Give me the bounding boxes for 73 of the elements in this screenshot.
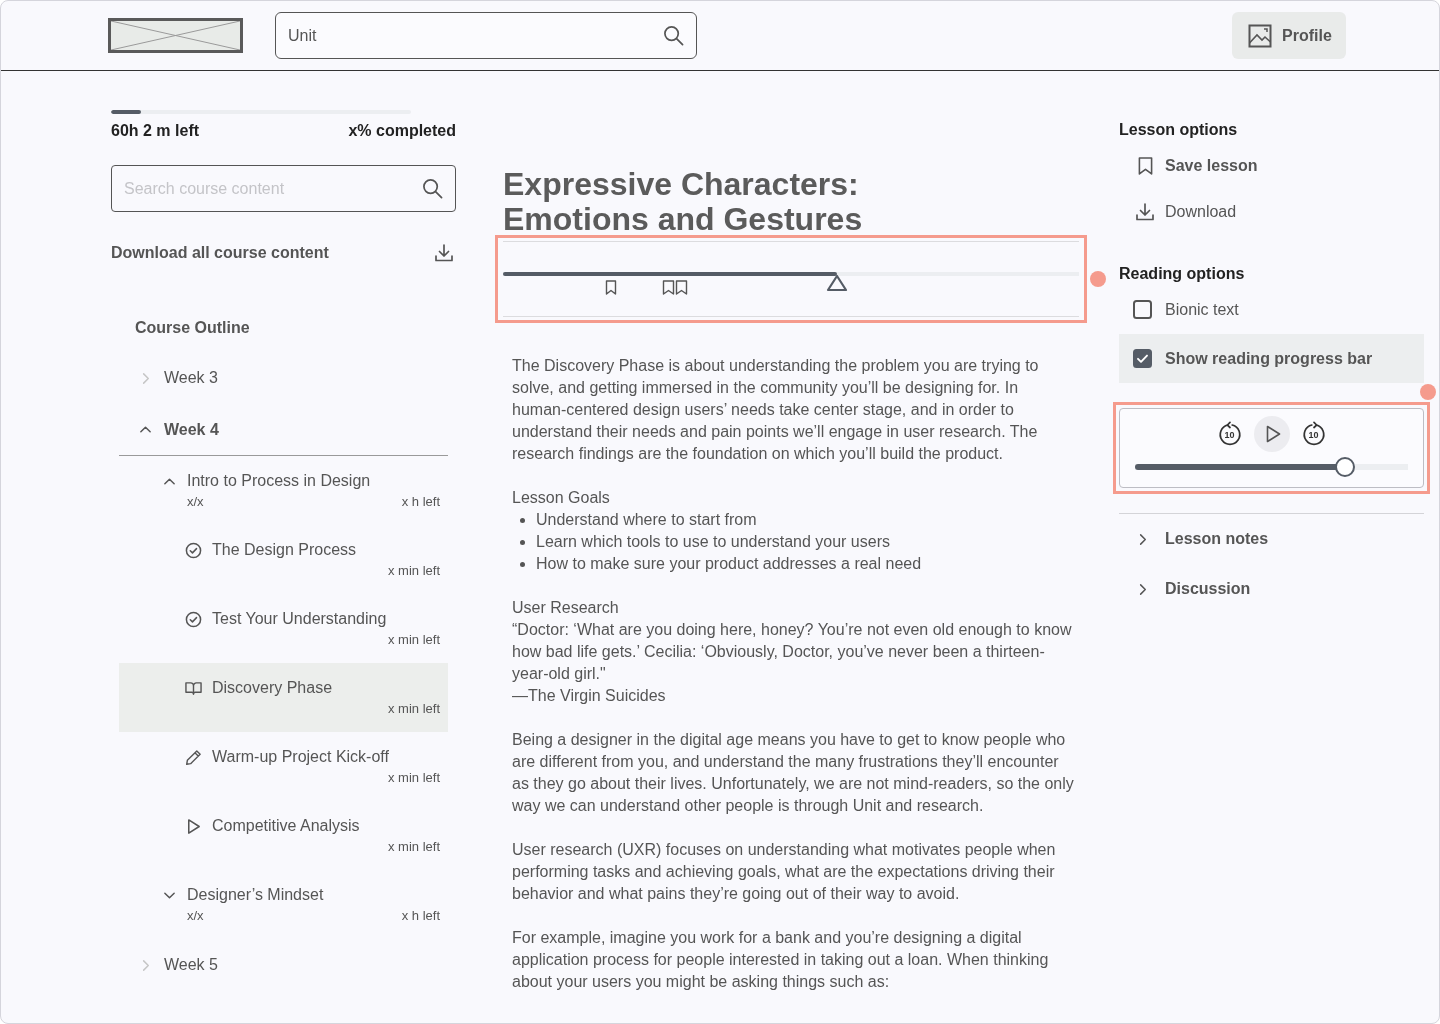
time-left-text: 60h 2 m left	[111, 121, 200, 141]
rewind-button[interactable]: 10	[1216, 421, 1243, 447]
body-paragraph: User research (UXR) focuses on understanding what motivates people when performing tasks and achieving goals, what are the expectations driving their behavior and what pains they’re going out of their way to avoid.	[512, 840, 1057, 904]
time-left-text: x h left	[401, 493, 440, 511]
bullet-icon	[520, 561, 525, 567]
download-all-button[interactable]: Download all course content	[111, 241, 456, 265]
progress-count-text: x/x	[187, 493, 204, 511]
checkbox-option[interactable]: Show reading progress bar	[1119, 334, 1424, 383]
time-left-text: x min left	[388, 770, 440, 785]
time-left-text: x min left	[388, 632, 440, 647]
lesson-item[interactable]: Discovery Phase x min left	[119, 663, 448, 732]
profile-button[interactable]: Profile	[1232, 12, 1346, 59]
list-item-text: How to make sure your product addresses a real need	[536, 554, 922, 574]
double-bookmark-icon[interactable]	[662, 280, 688, 295]
check-circle-icon	[185, 610, 202, 628]
time-left-text: x min left	[388, 839, 440, 854]
lesson-item[interactable]: Test Your Understanding x min left	[119, 594, 448, 663]
circular-arrow-icon	[1300, 421, 1327, 447]
play-icon	[185, 817, 202, 835]
download-button[interactable]: Download	[1119, 189, 1424, 235]
section-heading: Lesson Goals	[512, 488, 611, 508]
search-icon[interactable]	[663, 25, 684, 46]
image-icon	[1248, 23, 1272, 48]
time-left-text: x h left	[401, 907, 440, 925]
time-left-text: x min left	[388, 701, 440, 716]
list-item-text: Understand where to start from	[536, 510, 757, 530]
position-marker-icon[interactable]	[826, 274, 849, 292]
quote-text: “Doctor: ‘What are you doing here, honey? You’re not even old enough to know how bad life gets.’ Cecilia: ‘Obviously, Doctor, you’ve never been a thirteen-year-old girl."	[512, 620, 1073, 684]
outline-heading: Course Outline	[134, 318, 251, 338]
play-icon	[1265, 425, 1281, 443]
circular-arrow-icon	[1216, 421, 1243, 447]
save-lesson-button[interactable]: Save lesson	[1119, 143, 1424, 189]
lesson-item[interactable]: Warm-up Project Kick-off x min left	[119, 732, 448, 801]
forward-button[interactable]: 10	[1300, 421, 1327, 447]
bookmark-icon	[1137, 156, 1153, 176]
play-button[interactable]	[1253, 416, 1290, 452]
module-item[interactable]: Intro to Process in Design x/x x h left	[119, 456, 448, 525]
body-paragraph: The Discovery Phase is about understanding the problem you are trying to solve, and getting immersed in the community you’ll be designing for. In human-centered design users’ needs take center stage, and in order to understand their needs and pain points we’ll engage in user research. The research findings are the foundation on which you’ll build the product.	[512, 356, 1040, 464]
download-icon	[1135, 202, 1155, 222]
section-toggle[interactable]: Discussion	[1119, 564, 1424, 614]
time-left-text: x min left	[388, 563, 440, 578]
lesson-title: Expressive Characters: Emotions and Gestures	[503, 167, 864, 237]
completion-text: x% completed	[348, 121, 456, 141]
bullet-icon	[520, 517, 525, 523]
checkbox[interactable]	[1133, 300, 1152, 319]
check-circle-icon	[185, 541, 202, 559]
download-icon	[434, 243, 454, 263]
body-paragraph: Being a designer in the digital age means you have to get to know people who are different from you, and understand the many frustrations they’ll encounter as they go about their lives. Unfortunately, we are not mind-readers, so the only way we can understand other people is through Unit and research.	[512, 730, 1075, 816]
checkbox-option[interactable]: Bionic text	[1119, 285, 1424, 334]
bullet-icon	[520, 539, 525, 545]
slider-thumb[interactable]	[1335, 457, 1356, 477]
week-item[interactable]: Week 3	[119, 352, 448, 404]
list-item-text: Learn which tools to use to understand your users	[536, 532, 890, 552]
lesson-item[interactable]: The Design Process x min left	[119, 525, 448, 594]
search-icon[interactable]	[422, 178, 443, 199]
search-field[interactable]: Unit	[275, 12, 697, 59]
section-heading: Lesson options	[1119, 121, 1239, 139]
progress-count-text: x/x	[187, 907, 204, 925]
annotation-dot-icon	[1420, 384, 1436, 400]
open-book-icon	[185, 679, 202, 697]
week-item[interactable]: Week 5	[119, 939, 448, 991]
body-paragraph: For example, imagine you work for a bank and you’re designing a digital application process for people interested in taking out a loan. When thinking about your users you might be asking things such as:	[512, 928, 1050, 992]
annotation-dot-icon	[1090, 271, 1106, 287]
week-item[interactable]: Week 4	[119, 404, 448, 456]
quote-source: —The Virgin Suicides	[512, 686, 667, 706]
section-toggle[interactable]: Lesson notes	[1119, 514, 1424, 564]
bookmark-icon[interactable]	[605, 280, 617, 295]
pencil-icon	[185, 748, 202, 766]
lesson-item[interactable]: Competitive Analysis x min left	[119, 801, 448, 870]
section-heading: Reading options	[1119, 265, 1246, 283]
module-item[interactable]: Designer’s Mindset x/x x h left	[119, 870, 448, 939]
section-heading: User Research	[512, 598, 620, 618]
checkbox[interactable]	[1133, 349, 1152, 368]
